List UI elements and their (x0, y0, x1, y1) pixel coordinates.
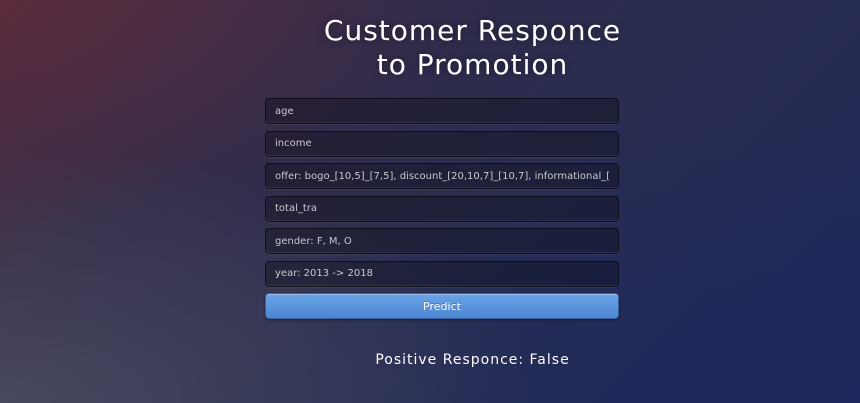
gender-input[interactable] (265, 228, 619, 254)
year-input[interactable] (265, 260, 619, 287)
age-input[interactable] (265, 98, 619, 124)
page-title: Customer Responce to Promotion (230, 14, 715, 82)
prediction-form: Predict (265, 98, 619, 319)
prediction-result: Positive Responce: False (375, 352, 570, 368)
page-title-line-2: to Promotion (376, 48, 569, 81)
total-tra-input[interactable] (265, 195, 619, 222)
income-input[interactable] (265, 130, 619, 157)
page-title-line-1: Customer Responce (323, 14, 622, 47)
predict-button[interactable]: Predict (265, 293, 619, 319)
offer-input[interactable] (265, 163, 619, 189)
